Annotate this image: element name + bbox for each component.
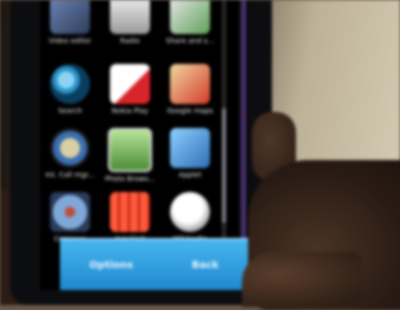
app-label: Applet	[178, 171, 202, 179]
radio-icon	[110, 0, 150, 34]
app-radio[interactable]: Radio	[100, 0, 160, 50]
right-thumb	[242, 252, 362, 307]
screen-edge-highlight	[240, 0, 246, 250]
softkey-bar: Options Back	[60, 238, 248, 290]
call-manager-icon	[50, 128, 90, 168]
app-call-manager[interactable]: Int. Call mgr...	[40, 122, 100, 184]
app-google-maps[interactable]: Google maps	[160, 58, 220, 120]
app-label: Int. Call mgr...	[45, 171, 95, 179]
share-icon	[170, 0, 210, 34]
mmalert-icon	[110, 192, 150, 232]
app-label: Radio	[120, 37, 140, 45]
app-video-editor[interactable]: Video editor	[40, 0, 100, 50]
google-maps-icon	[170, 64, 210, 104]
app-applet[interactable]: Applet	[160, 122, 220, 184]
back-softkey[interactable]: Back	[184, 256, 227, 275]
phone-body: Video editor Radio Share and s... Search…	[10, 0, 272, 305]
photo-browser-icon	[108, 128, 152, 172]
options-softkey[interactable]: Options	[81, 256, 141, 275]
nokia-play-icon	[110, 64, 150, 104]
wikipedia-icon	[170, 192, 210, 232]
scrollbar[interactable]	[222, 0, 226, 250]
app-photo-browser[interactable]: Photo Brows...	[100, 122, 160, 184]
app-label: Video editor	[48, 37, 92, 45]
app-search[interactable]: Search	[40, 58, 100, 120]
app-nokia-play[interactable]: Nokia Play	[100, 58, 160, 120]
compass-icon	[50, 192, 90, 232]
photo-scene: Video editor Radio Share and s... Search…	[0, 0, 400, 310]
app-share[interactable]: Share and s...	[160, 0, 220, 50]
app-label: Google maps	[166, 107, 214, 115]
app-label: Nokia Play	[111, 107, 149, 115]
scrollbar-thumb[interactable]	[222, 108, 226, 223]
applet-icon	[170, 128, 210, 168]
app-label: Share and s...	[165, 37, 215, 45]
video-editor-icon	[50, 0, 90, 34]
search-icon	[50, 64, 90, 104]
app-label: Search	[57, 107, 83, 115]
phone-screen: Video editor Radio Share and s... Search…	[40, 0, 248, 290]
app-label: Photo Brows...	[104, 175, 156, 183]
